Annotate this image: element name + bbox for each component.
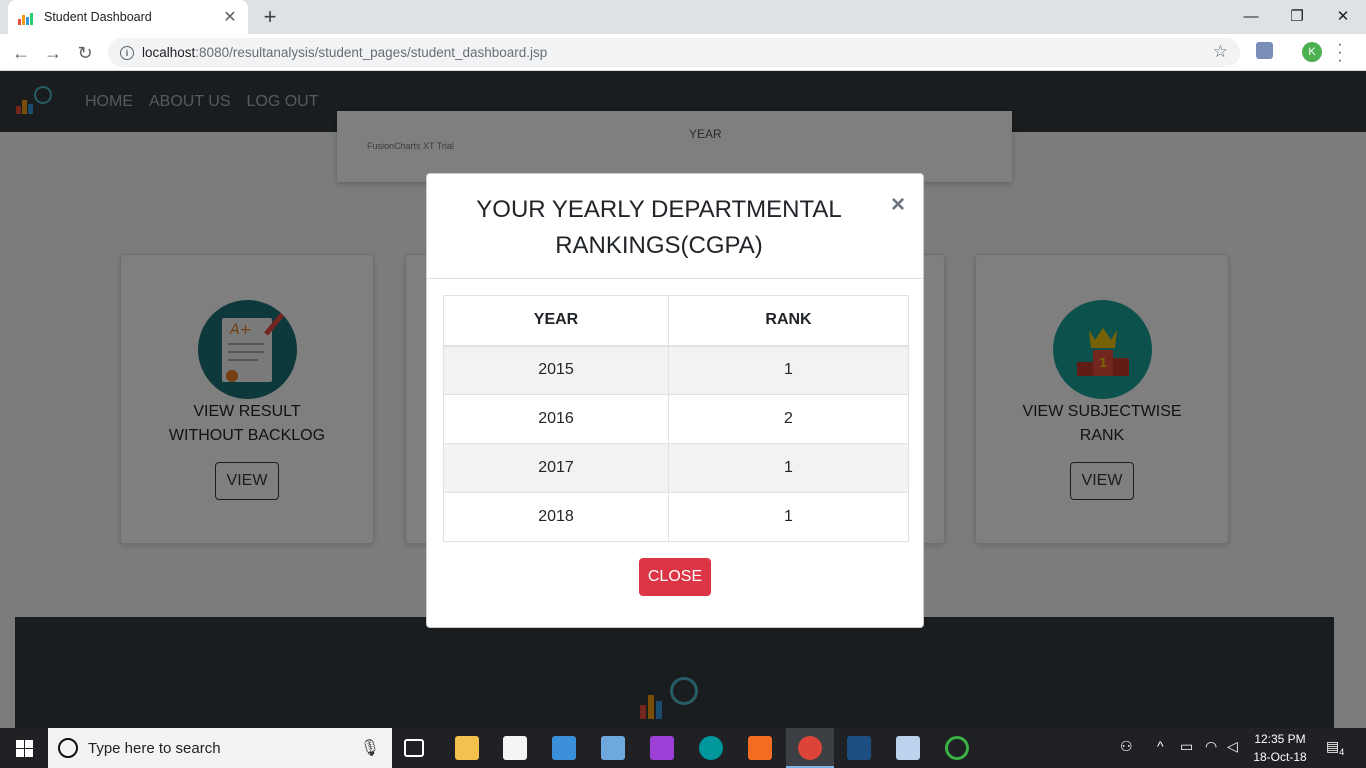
site-favicon-icon: [18, 9, 34, 25]
address-bar[interactable]: i localhost:8080/resultanalysis/student_…: [108, 38, 1240, 67]
microphone-icon[interactable]: 🎙: [360, 738, 380, 758]
wifi-icon[interactable]: ◠: [1205, 738, 1217, 755]
minimize-button[interactable]: —: [1228, 0, 1274, 32]
rankings-modal: YOUR YEARLY DEPARTMENTAL RANKINGS(CGPA) …: [426, 173, 924, 628]
chrome-icon[interactable]: [798, 736, 822, 760]
modal-title: YOUR YEARLY DEPARTMENTAL RANKINGS(CGPA): [476, 196, 842, 259]
forward-button[interactable]: →: [40, 40, 66, 66]
url-host: localhost: [142, 45, 196, 60]
people-icon[interactable]: ⚇: [1120, 738, 1133, 755]
year-cell: 2017: [443, 443, 669, 493]
url-text: localhost:8080/resultanalysis/student_pa…: [142, 45, 547, 60]
rank-cell: 1: [668, 492, 909, 542]
reload-button[interactable]: ↻: [72, 40, 98, 66]
year-cell: 2016: [443, 394, 669, 444]
url-path: :8080/resultanalysis/student_pages/stude…: [195, 45, 548, 60]
taskbar-search-box[interactable]: Type here to search 🎙: [48, 728, 392, 768]
browser-tab-strip: Student Dashboard ✕ + — ❐ ✕: [0, 0, 1366, 34]
bookmark-star-icon[interactable]: ☆: [1213, 42, 1228, 62]
mysql-workbench-icon[interactable]: [847, 736, 871, 760]
new-tab-button[interactable]: +: [258, 4, 282, 30]
notification-count: 4: [1339, 746, 1345, 757]
task-view-icon[interactable]: [404, 739, 424, 757]
phpstorm-icon[interactable]: [650, 736, 674, 760]
modal-header: YOUR YEARLY DEPARTMENTAL RANKINGS(CGPA) …: [427, 174, 923, 279]
modal-close-icon[interactable]: ×: [891, 190, 905, 220]
tab-title: Student Dashboard: [44, 10, 152, 24]
rank-cell: 2: [668, 394, 909, 444]
store-icon[interactable]: [503, 736, 527, 760]
cortana-icon: [58, 738, 78, 758]
rank-cell: 1: [668, 443, 909, 493]
start-button[interactable]: [0, 728, 48, 768]
arduino-icon[interactable]: [699, 736, 723, 760]
table-header-row: YEAR RANK: [443, 295, 909, 347]
xampp-icon[interactable]: [748, 736, 772, 760]
window-close-button[interactable]: ✕: [1320, 0, 1366, 32]
tray-chevron-icon[interactable]: ^: [1157, 738, 1164, 754]
profile-avatar[interactable]: K: [1302, 42, 1322, 62]
windows-taskbar: Type here to search 🎙 ⚇ ^ ▭ ◠ ◁ 12:35 PM…: [0, 728, 1366, 768]
extension-icon[interactable]: [1256, 42, 1273, 59]
battery-icon[interactable]: ▭: [1180, 738, 1193, 755]
table-row: 2015 1: [443, 345, 909, 395]
search-placeholder: Type here to search: [88, 739, 221, 757]
control-panel-icon[interactable]: [552, 736, 576, 760]
rank-cell: 1: [668, 345, 909, 395]
clock-date: 18-Oct-18: [1253, 750, 1307, 764]
file-explorer-icon[interactable]: [455, 736, 479, 760]
table-row: 2018 1: [443, 492, 909, 542]
notifications-icon[interactable]: ▤4: [1326, 738, 1344, 757]
year-cell: 2018: [443, 492, 669, 542]
back-button[interactable]: ←: [8, 40, 34, 66]
year-cell: 2015: [443, 345, 669, 395]
browser-toolbar: ← → ↻ i localhost:8080/resultanalysis/st…: [0, 34, 1366, 71]
tab-close-icon[interactable]: ✕: [222, 7, 238, 27]
web-page: HOME ABOUT US LOG OUT YEAR FusionCharts …: [0, 71, 1366, 728]
clock-time: 12:35 PM: [1254, 732, 1306, 746]
table-row: 2017 1: [443, 443, 909, 493]
close-button[interactable]: CLOSE: [639, 558, 711, 596]
rankings-table: YEAR RANK 2015 1 2016 2 2017 1 2018 1: [443, 295, 909, 542]
browser-menu-icon[interactable]: · · ·: [1337, 35, 1343, 68]
restore-button[interactable]: ❐: [1274, 0, 1320, 32]
system-clock[interactable]: 12:35 PM 18-Oct-18: [1245, 730, 1315, 766]
windows-logo-icon: [15, 739, 33, 757]
notepad-icon[interactable]: [601, 736, 625, 760]
virtualbox-icon[interactable]: [896, 736, 920, 760]
refresh-app-icon[interactable]: [945, 736, 969, 760]
table-row: 2016 2: [443, 394, 909, 444]
column-header-year: YEAR: [443, 295, 669, 347]
volume-icon[interactable]: ◁: [1227, 738, 1238, 755]
browser-tab[interactable]: Student Dashboard ✕: [8, 0, 248, 34]
site-info-icon[interactable]: i: [120, 45, 134, 60]
column-header-rank: RANK: [668, 295, 909, 347]
